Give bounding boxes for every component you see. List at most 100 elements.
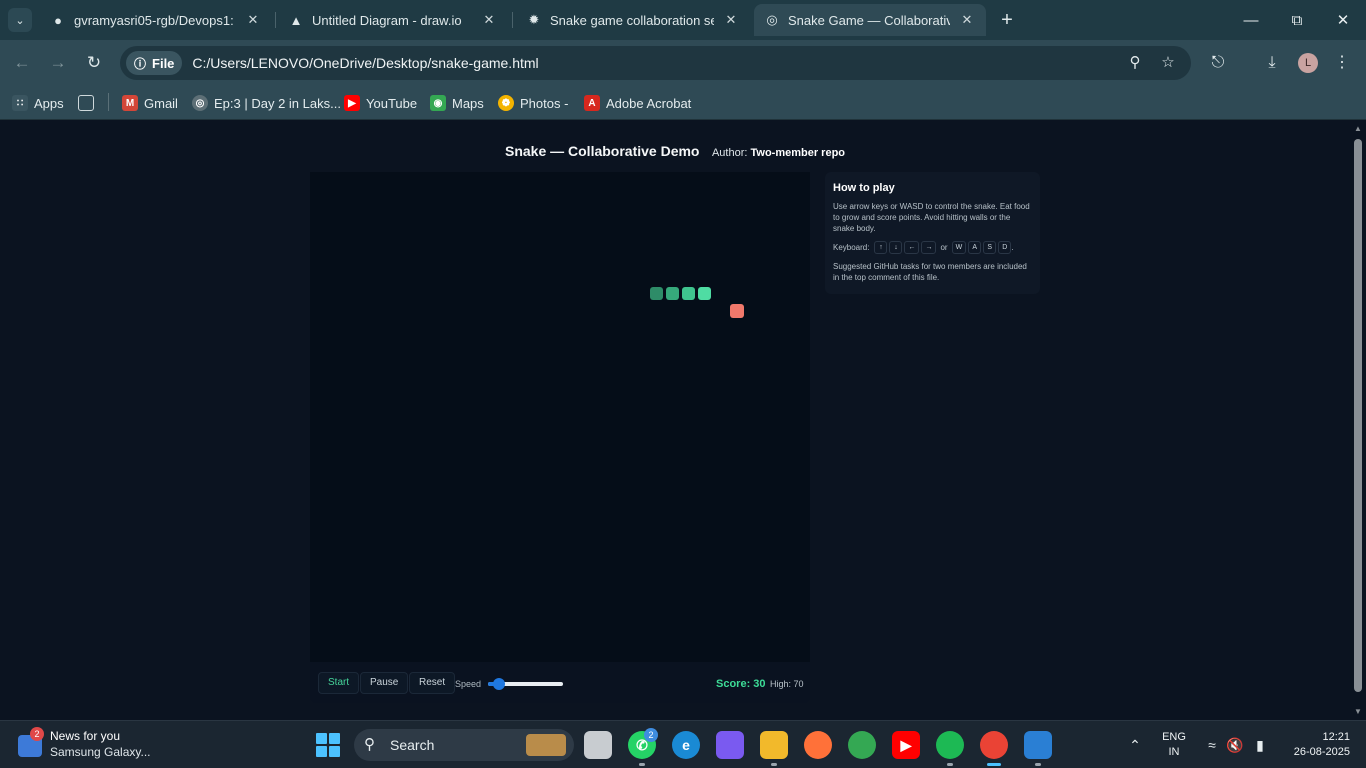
keyboard-label: Keyboard: — [833, 243, 870, 252]
forward-arrow-icon[interactable]: → — [46, 51, 70, 75]
pause-button[interactable]: Pause — [360, 672, 409, 694]
close-window-icon[interactable]: ✕ — [1320, 0, 1366, 40]
chevron-up-icon[interactable]: ⌃ — [1125, 735, 1145, 755]
menu-kebab-icon[interactable]: ⋮ — [1330, 51, 1354, 75]
back-arrow-icon[interactable]: ← — [10, 51, 34, 75]
wifi-icon[interactable]: ≈ — [1202, 735, 1222, 755]
page-scrollbar[interactable]: ▲ ▼ — [1350, 121, 1366, 720]
tab-separator — [512, 12, 513, 28]
close-icon[interactable]: ✕ — [480, 12, 498, 28]
reload-icon[interactable]: ↻ — [82, 51, 106, 75]
bookmark-tab-groups[interactable] — [78, 93, 100, 113]
chrome-profile-icon[interactable] — [980, 731, 1008, 759]
score-value: Score: 30 — [716, 678, 766, 690]
file-explorer-icon[interactable] — [760, 731, 788, 759]
speed-slider[interactable] — [488, 678, 563, 690]
start-button[interactable]: Start — [318, 672, 360, 694]
bookmark-adobe-acrobat[interactable]: A Adobe Acrobat — [584, 93, 691, 113]
snake-segment — [649, 287, 663, 301]
language-indicator[interactable]: ENG IN — [1160, 730, 1188, 760]
bookmark-apps[interactable]: ∷ Apps — [12, 93, 64, 113]
task-view-icon[interactable] — [584, 731, 612, 759]
snake-segment — [681, 287, 695, 301]
snake-head — [698, 287, 712, 301]
drawio-icon: ▲ — [289, 12, 303, 28]
author-label: Author: — [711, 147, 748, 159]
volume-muted-icon[interactable]: 🔇 — [1225, 735, 1245, 755]
battery-icon[interactable]: ▮ — [1250, 735, 1270, 755]
tab-chatgpt[interactable]: ✹ Snake game collaboration setup ✕ — [516, 4, 750, 36]
active-indicator — [987, 763, 1001, 766]
author-value: Two-member repo — [750, 147, 846, 159]
tab-drawio[interactable]: ▲ Untitled Diagram - draw.io ✕ — [278, 4, 508, 36]
tab-title: Snake Game — Collaborative — [788, 12, 950, 28]
windows-taskbar: 2 News for you Samsung Galaxy... ⚲ Searc… — [0, 720, 1366, 768]
restore-icon[interactable]: ⧉ — [1274, 0, 1320, 40]
tab-snake-game[interactable]: ◎ Snake Game — Collaborative ✕ — [754, 4, 986, 36]
running-indicator — [947, 763, 953, 766]
chatgpt-icon: ✹ — [528, 12, 540, 27]
bookmark-label: Apps — [34, 95, 64, 111]
reset-button[interactable]: Reset — [409, 672, 456, 694]
taskbar-search[interactable]: ⚲ Search — [354, 729, 574, 761]
key-w: W — [951, 241, 967, 254]
tab-github[interactable]: ● gvramyasri05-rgb/Devops1: Co ✕ — [40, 4, 272, 36]
spotify-icon[interactable] — [936, 731, 964, 759]
bookmark-maps[interactable]: ◉ Maps — [430, 93, 484, 113]
zoom-icon[interactable]: ⚲ — [1125, 53, 1145, 73]
site-info-chip[interactable]: ⓘ File — [126, 51, 183, 75]
key-s: S — [983, 241, 997, 254]
close-icon[interactable]: ✕ — [722, 12, 740, 28]
profile-avatar[interactable]: L — [1298, 53, 1318, 73]
tab-search-menu-button[interactable]: ⌄ — [8, 8, 32, 32]
key-down: ↓ — [889, 241, 903, 254]
bookmark-photos[interactable]: ❁ Photos - — [498, 93, 568, 113]
download-icon[interactable]: ⤓ — [1260, 51, 1284, 75]
close-icon[interactable]: ✕ — [244, 12, 262, 28]
scroll-thumb[interactable] — [1354, 139, 1362, 692]
gmail-icon: M — [122, 95, 138, 111]
notepad-icon[interactable] — [1024, 731, 1052, 759]
key-a: A — [968, 241, 982, 254]
youtube-app-icon[interactable]: ▶ — [892, 731, 920, 759]
help-title: How to play — [833, 182, 895, 194]
system-clock[interactable]: 12:21 26-08-2025 — [1282, 730, 1350, 760]
keyboard-or: or — [940, 243, 948, 252]
scroll-down-icon[interactable]: ▼ — [1353, 707, 1363, 717]
scroll-up-icon[interactable]: ▲ — [1353, 124, 1363, 134]
snake-segment — [665, 287, 679, 301]
speed-label: Speed — [455, 679, 482, 689]
copilot-icon[interactable] — [716, 731, 744, 759]
edge-icon[interactable]: e — [672, 731, 700, 759]
minimize-icon[interactable]: — — [1228, 0, 1274, 40]
news-widget[interactable]: 2 News for you Samsung Galaxy... — [18, 727, 198, 763]
search-placeholder: Search — [390, 737, 435, 753]
bookmark-youtube[interactable]: ▶ YouTube — [344, 93, 417, 113]
tab-groups-icon — [78, 95, 94, 111]
scheme-label: File — [152, 55, 175, 71]
firefox-icon[interactable] — [804, 731, 832, 759]
clock-date: 26-08-2025 — [1293, 746, 1350, 758]
key-left: ← — [904, 241, 920, 254]
bookmark-gmail[interactable]: M Gmail — [122, 93, 178, 113]
url-text[interactable]: C:/Users/LENOVO/OneDrive/Desktop/snake-g… — [192, 55, 538, 71]
game-panel: Start Pause Reset Speed Score: 30 High: … — [310, 172, 810, 703]
tab-title: Untitled Diagram - draw.io — [312, 12, 462, 28]
extensions-icon[interactable]: ⎋ — [1206, 51, 1230, 75]
help-note: Suggested GitHub tasks for two members a… — [833, 262, 1027, 282]
tab-separator — [275, 12, 276, 28]
apps-grid-icon: ∷ — [12, 95, 28, 111]
address-bar[interactable]: ⓘ File C:/Users/LENOVO/OneDrive/Desktop/… — [120, 46, 1191, 80]
github-icon: ● — [54, 12, 62, 28]
page-header: Snake — Collaborative Demo Author: Two-m… — [0, 143, 1350, 161]
windows-start-icon[interactable] — [316, 733, 340, 757]
chrome-icon[interactable] — [848, 731, 876, 759]
new-tab-button[interactable]: + — [996, 9, 1018, 31]
game-board[interactable] — [310, 172, 810, 662]
bookmark-star-icon[interactable]: ☆ — [1158, 53, 1178, 73]
page-viewport: Snake — Collaborative Demo Author: Two-m… — [0, 121, 1350, 720]
speed-slider-thumb[interactable] — [493, 678, 506, 690]
close-icon[interactable]: ✕ — [958, 12, 976, 28]
bookmark-ep3[interactable]: ◎ Ep:3 | Day 2 in Laks... — [192, 93, 341, 113]
search-icon: ⚲ — [364, 736, 375, 753]
